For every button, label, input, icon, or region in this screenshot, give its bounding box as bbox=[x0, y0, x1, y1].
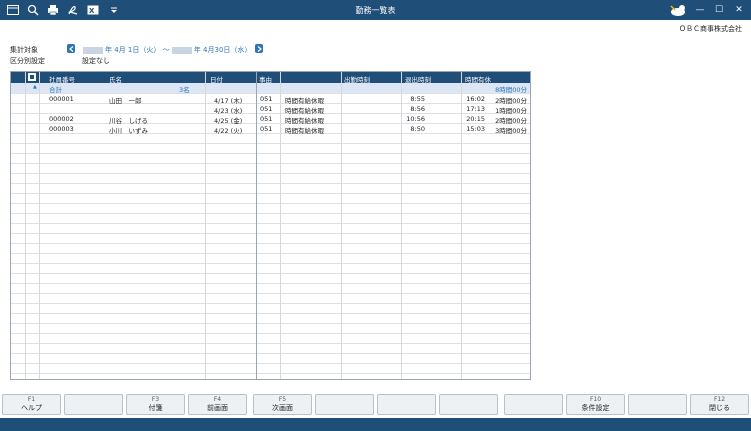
target-label: 集計対象 bbox=[10, 46, 38, 54]
window-title: 勤務一覧表 bbox=[355, 6, 396, 15]
chevron-left-icon bbox=[68, 45, 73, 52]
attendance-table: 社員番号 氏名 日付 事由 出勤時刻 退出時刻 時間有休 ▲ 合計 3名 8時間… bbox=[10, 71, 531, 380]
f8-button[interactable] bbox=[439, 394, 498, 415]
f1-help-button[interactable]: F1 ヘルプ bbox=[2, 394, 61, 415]
close-button[interactable]: ✕ bbox=[732, 3, 746, 17]
status-bar bbox=[0, 418, 751, 431]
f5-next-screen-button[interactable]: F5 次画面 bbox=[253, 394, 312, 415]
chevron-right-icon bbox=[257, 45, 262, 52]
company-name: ＯＢＣ商事株式会社 bbox=[679, 25, 742, 33]
f10-condition-button[interactable]: F10 条件設定 bbox=[566, 394, 625, 415]
year-redacted bbox=[171, 46, 192, 54]
collapse-icon[interactable]: ▲ bbox=[33, 84, 37, 90]
year-redacted bbox=[83, 46, 103, 54]
f7-button[interactable] bbox=[377, 394, 436, 415]
group-label: 区分別設定 bbox=[10, 57, 45, 65]
f9-button[interactable] bbox=[504, 394, 563, 415]
total-row[interactable]: ▲ 合計 3名 8時間00分 bbox=[11, 83, 530, 94]
condition-area: 集計対象 年 4月 1日（火） ～ 年 4月30日（水） 区分別設定 設定なし bbox=[10, 44, 410, 67]
f6-button[interactable] bbox=[315, 394, 374, 415]
f3-sticky-button[interactable]: F3 付箋 bbox=[126, 394, 185, 415]
f4-prev-screen-button[interactable]: F4 前画面 bbox=[188, 394, 247, 415]
f11-button[interactable] bbox=[628, 394, 687, 415]
grid-settings-icon[interactable] bbox=[28, 73, 36, 83]
title-bar: X 勤務一覧表 — ☐ ✕ bbox=[0, 0, 751, 20]
period-range[interactable]: 年 4月 1日（火） ～ 年 4月30日（水） bbox=[83, 45, 251, 55]
maximize-button[interactable]: ☐ bbox=[712, 3, 726, 17]
group-value: 設定なし bbox=[82, 57, 110, 65]
mascot-icon bbox=[668, 3, 688, 17]
prev-period-button[interactable] bbox=[67, 44, 75, 53]
f12-close-button[interactable]: F12 閉じる bbox=[690, 394, 749, 415]
function-key-bar: F1 ヘルプ F3 付箋 F4 前画面 F5 次画面 F10 条件設定 F12 閉じる bbox=[0, 394, 751, 416]
minimize-button[interactable]: — bbox=[693, 3, 707, 17]
next-period-button[interactable] bbox=[255, 44, 263, 53]
table-header: 社員番号 氏名 日付 事由 出勤時刻 退出時刻 時間有休 bbox=[11, 72, 530, 84]
f2-button[interactable] bbox=[64, 394, 123, 415]
